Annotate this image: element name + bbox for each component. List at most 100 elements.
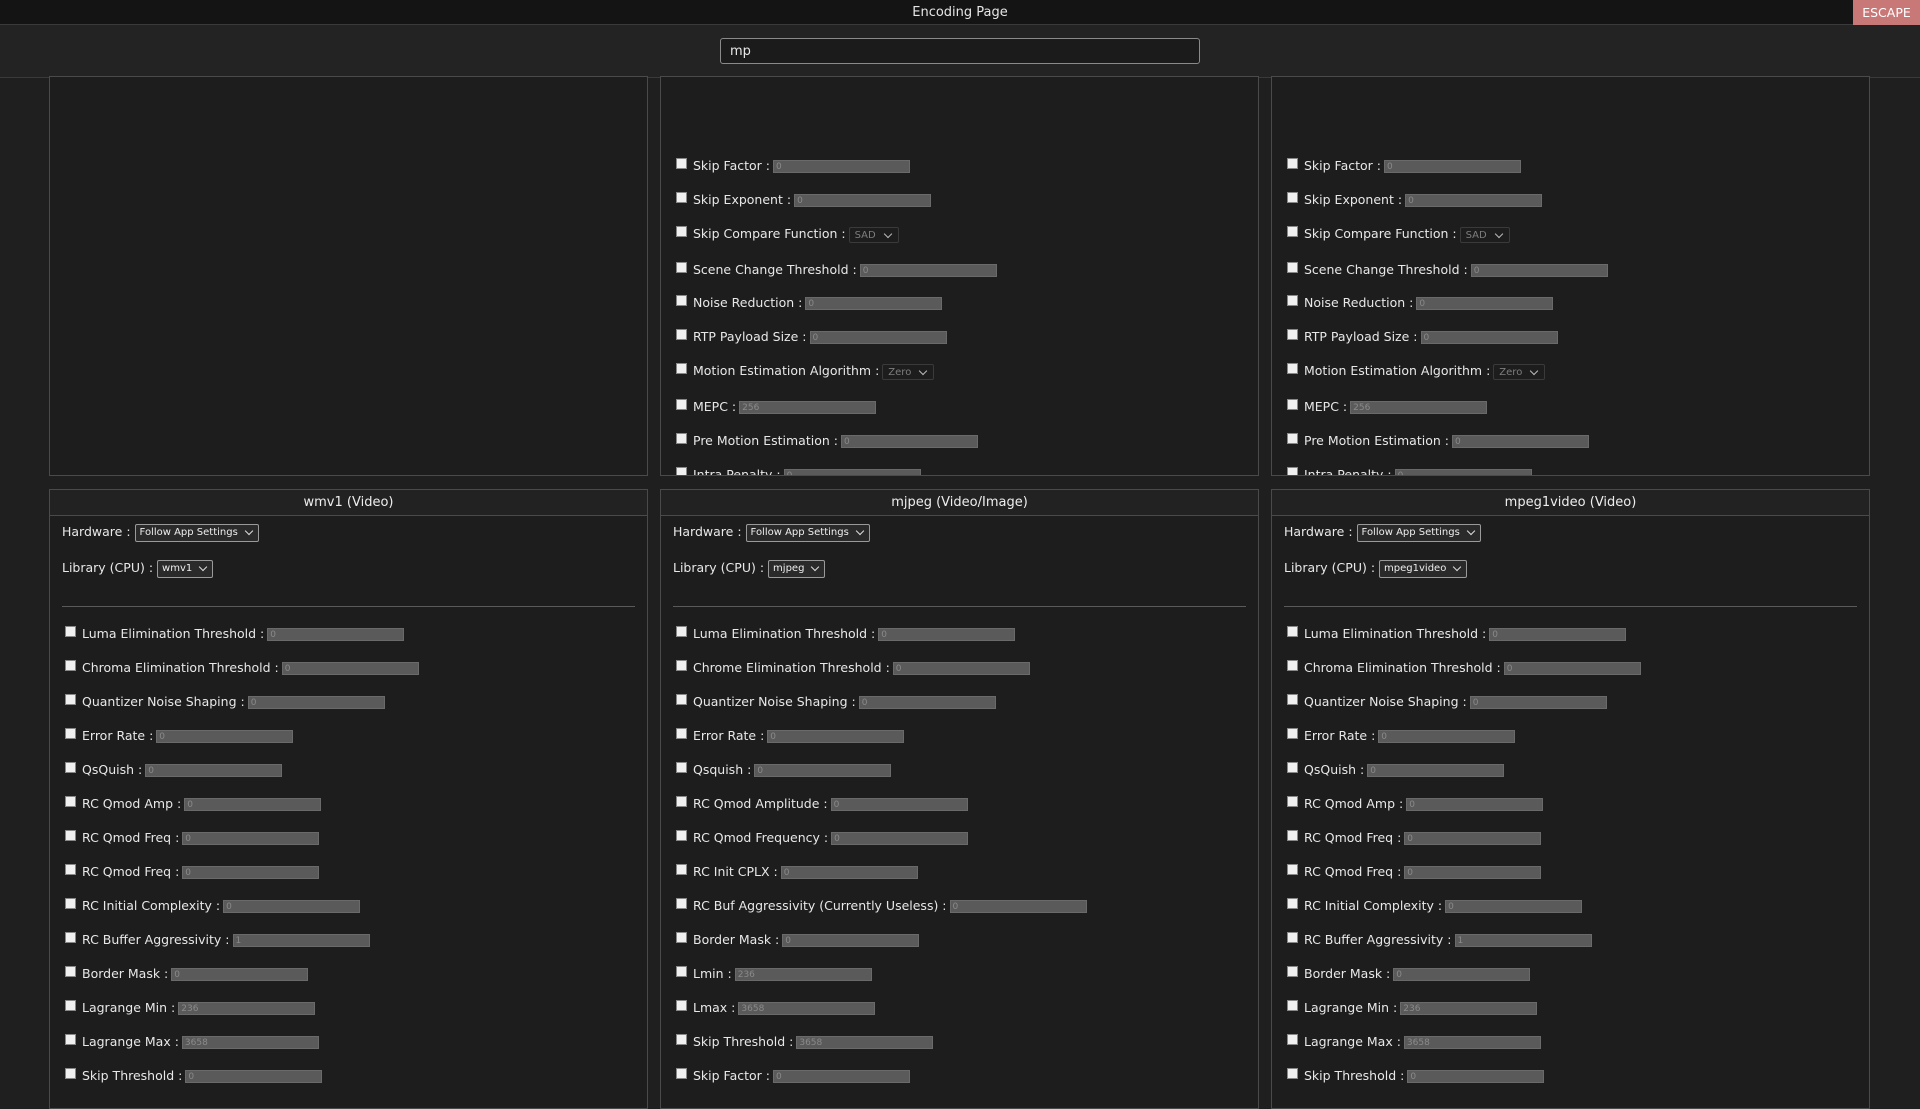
- option-number-input[interactable]: 256: [739, 401, 877, 414]
- option-number-input[interactable]: 0: [767, 730, 905, 743]
- option-checkbox[interactable]: [676, 363, 687, 374]
- option-number-input[interactable]: 0: [859, 264, 997, 277]
- option-select[interactable]: Zero: [882, 363, 935, 380]
- option-number-input[interactable]: 0: [1367, 764, 1505, 777]
- option-number-input[interactable]: 0: [1404, 866, 1542, 879]
- option-number-input[interactable]: 0: [858, 696, 996, 709]
- option-checkbox[interactable]: [1287, 762, 1298, 773]
- option-number-input[interactable]: 0: [809, 331, 947, 344]
- option-checkbox[interactable]: [676, 762, 687, 773]
- library-select[interactable]: mpeg1video: [1379, 559, 1468, 578]
- option-number-input[interactable]: 0: [754, 764, 892, 777]
- hardware-select[interactable]: Follow App Settings: [134, 523, 259, 542]
- option-checkbox[interactable]: [1287, 192, 1298, 203]
- hardware-select[interactable]: Follow App Settings: [1356, 523, 1481, 542]
- option-number-input[interactable]: 0: [773, 1070, 911, 1083]
- option-checkbox[interactable]: [676, 830, 687, 841]
- option-number-input[interactable]: 0: [1384, 160, 1522, 173]
- option-checkbox[interactable]: [1287, 1068, 1298, 1079]
- option-checkbox[interactable]: [676, 467, 687, 475]
- option-checkbox[interactable]: [65, 864, 76, 875]
- option-checkbox[interactable]: [1287, 467, 1298, 475]
- option-number-input[interactable]: 0: [247, 696, 385, 709]
- option-checkbox[interactable]: [1287, 966, 1298, 977]
- option-checkbox[interactable]: [676, 694, 687, 705]
- option-checkbox[interactable]: [1287, 1000, 1298, 1011]
- option-number-input[interactable]: 1: [1454, 934, 1592, 947]
- option-checkbox[interactable]: [1287, 660, 1298, 671]
- option-number-input[interactable]: 1: [232, 934, 370, 947]
- option-number-input[interactable]: 0: [878, 628, 1016, 641]
- option-number-input[interactable]: 0: [223, 900, 361, 913]
- option-number-input[interactable]: 3658: [1403, 1036, 1541, 1049]
- option-checkbox[interactable]: [1287, 898, 1298, 909]
- option-checkbox[interactable]: [676, 262, 687, 273]
- option-number-input[interactable]: 0: [1416, 297, 1554, 310]
- option-number-input[interactable]: 0: [1394, 469, 1532, 475]
- option-checkbox[interactable]: [1287, 626, 1298, 637]
- option-number-input[interactable]: 236: [178, 1002, 316, 1015]
- option-checkbox[interactable]: [676, 295, 687, 306]
- option-checkbox[interactable]: [676, 728, 687, 739]
- option-select[interactable]: SAD: [848, 226, 899, 243]
- option-checkbox[interactable]: [676, 158, 687, 169]
- option-checkbox[interactable]: [1287, 295, 1298, 306]
- option-checkbox[interactable]: [1287, 262, 1298, 273]
- option-checkbox[interactable]: [676, 932, 687, 943]
- option-number-input[interactable]: 0: [831, 832, 969, 845]
- option-number-input[interactable]: 0: [780, 866, 918, 879]
- option-number-input[interactable]: 0: [783, 469, 921, 475]
- option-checkbox[interactable]: [676, 626, 687, 637]
- option-number-input[interactable]: 236: [734, 968, 872, 981]
- option-number-input[interactable]: 0: [145, 764, 283, 777]
- option-checkbox[interactable]: [676, 399, 687, 410]
- option-checkbox[interactable]: [65, 830, 76, 841]
- option-checkbox[interactable]: [676, 329, 687, 340]
- option-number-input[interactable]: 0: [949, 900, 1087, 913]
- option-checkbox[interactable]: [676, 192, 687, 203]
- option-checkbox[interactable]: [676, 226, 687, 237]
- option-checkbox[interactable]: [65, 1068, 76, 1079]
- option-number-input[interactable]: 0: [1503, 662, 1641, 675]
- option-checkbox[interactable]: [65, 966, 76, 977]
- option-checkbox[interactable]: [676, 1068, 687, 1079]
- option-checkbox[interactable]: [65, 660, 76, 671]
- option-checkbox[interactable]: [1287, 1034, 1298, 1045]
- option-checkbox[interactable]: [676, 966, 687, 977]
- option-number-input[interactable]: 0: [1406, 798, 1544, 811]
- option-number-input[interactable]: 0: [185, 1070, 323, 1083]
- option-checkbox[interactable]: [65, 728, 76, 739]
- option-number-input[interactable]: 0: [156, 730, 294, 743]
- option-number-input[interactable]: 0: [1445, 900, 1583, 913]
- option-checkbox[interactable]: [1287, 329, 1298, 340]
- option-checkbox[interactable]: [1287, 830, 1298, 841]
- option-checkbox[interactable]: [1287, 694, 1298, 705]
- option-checkbox[interactable]: [676, 1000, 687, 1011]
- option-checkbox[interactable]: [1287, 796, 1298, 807]
- option-number-input[interactable]: 3658: [738, 1002, 876, 1015]
- option-number-input[interactable]: 0: [1451, 435, 1589, 448]
- option-number-input[interactable]: 0: [773, 160, 911, 173]
- option-number-input[interactable]: 0: [805, 297, 943, 310]
- search-input[interactable]: [720, 38, 1200, 64]
- option-number-input[interactable]: 0: [1407, 1070, 1545, 1083]
- option-number-input[interactable]: 256: [1350, 401, 1488, 414]
- option-number-input[interactable]: 0: [1393, 968, 1531, 981]
- option-number-input[interactable]: 0: [1378, 730, 1516, 743]
- option-checkbox[interactable]: [65, 1034, 76, 1045]
- library-select[interactable]: mjpeg: [768, 559, 826, 578]
- option-checkbox[interactable]: [65, 932, 76, 943]
- option-number-input[interactable]: 0: [1405, 194, 1543, 207]
- option-checkbox[interactable]: [1287, 864, 1298, 875]
- option-checkbox[interactable]: [65, 796, 76, 807]
- option-checkbox[interactable]: [1287, 226, 1298, 237]
- option-checkbox[interactable]: [1287, 932, 1298, 943]
- option-checkbox[interactable]: [676, 433, 687, 444]
- option-number-input[interactable]: 0: [184, 798, 322, 811]
- escape-button[interactable]: ESCAPE: [1853, 0, 1920, 25]
- option-number-input[interactable]: 0: [1489, 628, 1627, 641]
- option-number-input[interactable]: 0: [782, 934, 920, 947]
- option-checkbox[interactable]: [65, 1000, 76, 1011]
- option-number-input[interactable]: 0: [1420, 331, 1558, 344]
- option-checkbox[interactable]: [1287, 433, 1298, 444]
